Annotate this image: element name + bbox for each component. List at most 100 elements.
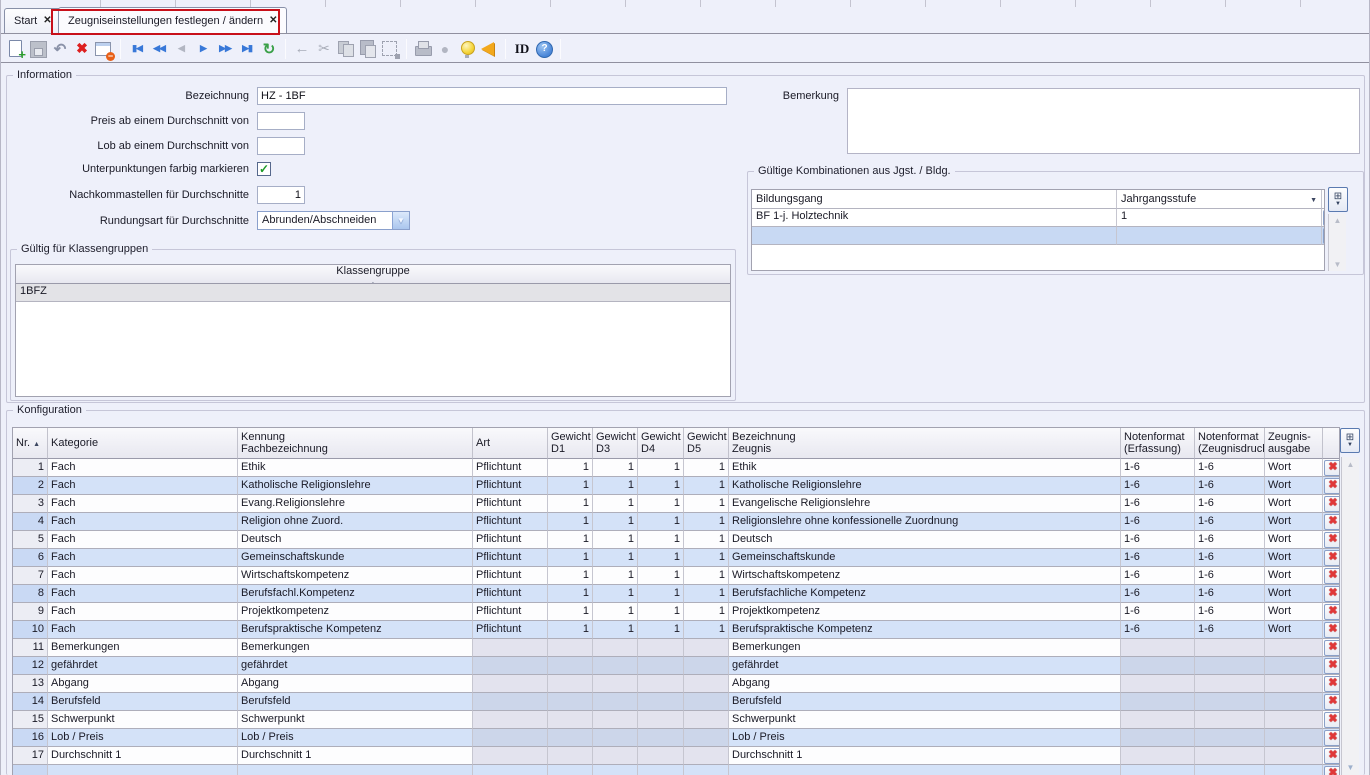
konfig-col-header[interactable]: GewichtD1 <box>548 428 593 459</box>
table-row[interactable]: 12gefährdetgefährdetgefährdet✖ <box>13 657 1339 675</box>
unterpunktungen-checkbox[interactable]: ✓ <box>257 162 271 176</box>
undo-icon[interactable]: ↶ <box>49 38 71 60</box>
list-item[interactable]: 1BFZ <box>16 284 730 302</box>
konfig-col-header[interactable] <box>1323 428 1340 459</box>
table-row[interactable]: 15SchwerpunktSchwerpunktSchwerpunkt✖ <box>13 711 1339 729</box>
tab-start[interactable]: Start ✕ <box>4 8 62 33</box>
konfig-col-header[interactable]: GewichtD3 <box>593 428 638 459</box>
delete-row-button[interactable]: ✖ <box>1324 622 1341 638</box>
delete-row-button[interactable]: ✖ <box>1324 478 1341 494</box>
delete-row-button[interactable]: ✖ <box>1323 210 1325 226</box>
save-icon[interactable] <box>27 38 49 60</box>
column-chooser-button[interactable]: ⊞ ▼ <box>1328 187 1348 212</box>
kombinationen-col-jahrgangsstufe[interactable]: Jahrgangsstufe <box>1117 190 1322 209</box>
delete-row-button[interactable]: ✖ <box>1324 496 1341 512</box>
preis-durchschnitt-input[interactable] <box>257 112 305 130</box>
kombinationen-col-bildungsgang[interactable]: Bildungsgang <box>752 190 1117 209</box>
delete-row-button[interactable]: ✖ <box>1324 514 1341 530</box>
delete-row-button[interactable]: ✖ <box>1324 532 1341 548</box>
delete-row-button[interactable]: ✖ <box>1324 568 1341 584</box>
record-icon[interactable]: ● <box>434 38 456 60</box>
table-row[interactable]: 10FachBerufspraktische KompetenzPflichtu… <box>13 621 1339 639</box>
konfig-col-header[interactable]: Art <box>473 428 548 459</box>
scroll-up-icon[interactable]: ▲ <box>1329 216 1346 225</box>
back-icon[interactable]: ← <box>291 38 313 60</box>
table-row[interactable]: 2FachKatholische ReligionslehrePflichtun… <box>13 477 1339 495</box>
konfig-col-header[interactable]: Notenformat(Zeugnisdruck) <box>1195 428 1265 459</box>
delete-row-button[interactable]: ✖ <box>1324 712 1341 728</box>
scroll-down-icon[interactable]: ▼ <box>1342 763 1359 772</box>
table-row[interactable]: 4FachReligion ohne Zuord.Pflichtunt1111R… <box>13 513 1339 531</box>
column-chooser-button[interactable]: ⊞ ▼ <box>1340 428 1360 453</box>
table-row-new[interactable]: ✖ <box>752 227 1324 245</box>
next-record-icon[interactable]: ▶ <box>192 38 214 60</box>
table-row[interactable]: 11BemerkungenBemerkungenBemerkungen✖ <box>13 639 1339 657</box>
scroll-down-icon[interactable]: ▼ <box>1329 260 1346 269</box>
delete-row-button[interactable]: ✖ <box>1324 586 1341 602</box>
id-button[interactable]: ID <box>511 38 533 60</box>
table-row[interactable]: 5FachDeutschPflichtunt1111Deutsch1-61-6W… <box>13 531 1339 549</box>
delete-row-button[interactable]: ✖ <box>1324 658 1341 674</box>
rundungsart-dropdown[interactable]: Abrunden/Abschneiden ▼ <box>257 211 410 230</box>
konfig-col-header[interactable]: BezeichnungZeugnis <box>729 428 1121 459</box>
select-icon[interactable] <box>379 38 401 60</box>
delete-row-button[interactable]: ✖ <box>1324 604 1341 620</box>
delete-row-button[interactable]: ✖ <box>1324 730 1341 746</box>
klassengruppen-col-header[interactable]: Klassengruppe <box>16 265 730 284</box>
close-icon[interactable]: ✕ <box>43 16 51 26</box>
konfig-col-header[interactable]: GewichtD4 <box>638 428 684 459</box>
last-record-icon[interactable]: ▶▮ <box>236 38 258 60</box>
delete-row-button[interactable]: ✖ <box>1324 550 1341 566</box>
kombinationen-scrollbar[interactable]: ▲ ▼ <box>1328 214 1346 271</box>
delete-row-button[interactable]: ✖ <box>1324 676 1341 692</box>
copy-icon[interactable] <box>335 38 357 60</box>
konfig-col-header[interactable]: GewichtD5 <box>684 428 729 459</box>
delete-icon[interactable]: ✖ <box>71 38 93 60</box>
delete-row-button[interactable]: ✖ <box>1324 640 1341 656</box>
bezeichnung-input[interactable] <box>257 87 727 105</box>
delete-row-button[interactable]: ✖ <box>1324 694 1341 710</box>
prev-record-icon[interactable]: ◀ <box>170 38 192 60</box>
refresh-icon[interactable]: ↻ <box>258 38 280 60</box>
notification-icon[interactable] <box>478 38 500 60</box>
cut-icon[interactable]: ✂ <box>313 38 335 60</box>
new-record-icon[interactable] <box>5 38 27 60</box>
table-row[interactable]: 8FachBerufsfachl.KompetenzPflichtunt1111… <box>13 585 1339 603</box>
konfig-col-header[interactable]: KennungFachbezeichnung <box>238 428 473 459</box>
filter-dropdown-icon[interactable] <box>1310 193 1317 205</box>
print-icon[interactable] <box>412 38 434 60</box>
edit-form-icon[interactable] <box>93 38 115 60</box>
konfiguration-scrollbar[interactable]: ▲ ▼ <box>1341 457 1359 775</box>
konfig-col-header[interactable]: Nr. <box>13 428 48 459</box>
help-icon[interactable] <box>533 38 555 60</box>
fast-next-icon[interactable]: ▶▶ <box>214 38 236 60</box>
tab-zeugniseinstellungen[interactable]: Zeugniseinstellungen festlegen / ändern … <box>58 7 287 33</box>
table-row[interactable]: 17Durchschnitt 1Durchschnitt 1Durchschni… <box>13 747 1339 765</box>
delete-row-button[interactable]: ✖ <box>1324 766 1341 775</box>
paste-icon[interactable] <box>357 38 379 60</box>
delete-row-button[interactable]: ✖ <box>1324 460 1341 476</box>
table-row[interactable]: ✖ <box>13 765 1339 775</box>
scroll-up-icon[interactable]: ▲ <box>1342 460 1359 469</box>
table-row[interactable]: 16Lob / PreisLob / PreisLob / Preis✖ <box>13 729 1339 747</box>
first-record-icon[interactable]: ▮◀ <box>126 38 148 60</box>
chevron-down-icon[interactable]: ▼ <box>392 212 409 229</box>
table-row[interactable]: 1FachEthikPflichtunt1111Ethik1-61-6Wort✖ <box>13 459 1339 477</box>
table-row[interactable]: 14BerufsfeldBerufsfeldBerufsfeld✖ <box>13 693 1339 711</box>
table-row[interactable]: 9FachProjektkompetenzPflichtunt1111Proje… <box>13 603 1339 621</box>
delete-row-button[interactable]: ✖ <box>1324 748 1341 764</box>
close-icon[interactable]: ✕ <box>269 16 277 26</box>
table-row[interactable]: 3FachEvang.ReligionslehrePflichtunt1111E… <box>13 495 1339 513</box>
bemerkung-textarea[interactable] <box>847 88 1360 154</box>
table-row[interactable]: 7FachWirtschaftskompetenzPflichtunt1111W… <box>13 567 1339 585</box>
table-row[interactable]: 13AbgangAbgangAbgang✖ <box>13 675 1339 693</box>
hint-icon[interactable] <box>456 38 478 60</box>
konfig-col-header[interactable]: Kategorie <box>48 428 238 459</box>
table-row[interactable]: BF 1-j. Holztechnik1✖ <box>752 209 1324 227</box>
nachkommastellen-input[interactable] <box>257 186 305 204</box>
delete-row-button[interactable]: ✖ <box>1323 228 1325 244</box>
table-row[interactable]: 6FachGemeinschaftskundePflichtunt1111Gem… <box>13 549 1339 567</box>
konfig-col-header[interactable]: Zeugnis-ausgabe <box>1265 428 1323 459</box>
konfig-col-header[interactable]: Notenformat(Erfassung) <box>1121 428 1195 459</box>
fast-prev-icon[interactable]: ◀◀ <box>148 38 170 60</box>
